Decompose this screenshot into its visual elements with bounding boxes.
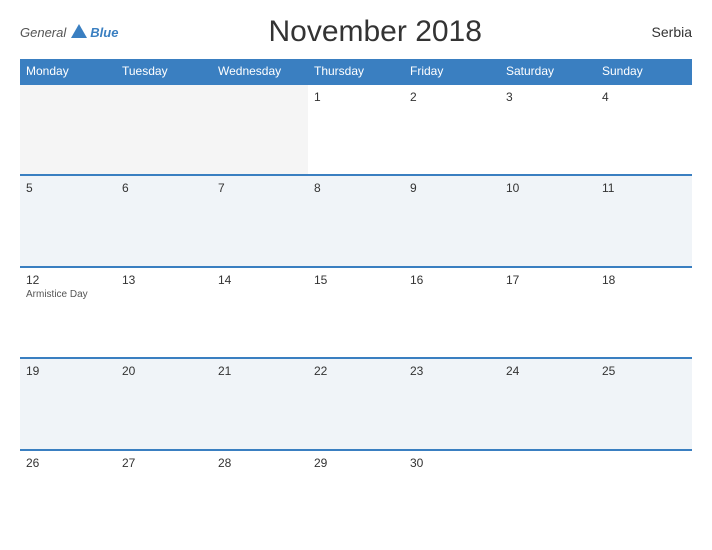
logo-blue: Blue [90, 25, 118, 40]
day-number: 23 [410, 364, 494, 378]
day-event: Armistice Day [26, 289, 110, 300]
calendar-cell: 19 [20, 359, 116, 448]
day-number: 8 [314, 181, 398, 195]
day-number: 10 [506, 181, 590, 195]
day-number: 4 [602, 90, 686, 104]
day-number: 5 [26, 181, 110, 195]
day-number: 26 [26, 456, 110, 470]
calendar-cell: 3 [500, 85, 596, 174]
calendar-week-1: 1234 [20, 83, 692, 174]
header: General Blue November 2018 Serbia [20, 15, 692, 49]
calendar-cell: 21 [212, 359, 308, 448]
calendar-cell: 28 [212, 451, 308, 540]
day-number: 19 [26, 364, 110, 378]
calendar-cell: 14 [212, 268, 308, 357]
calendar-cell [596, 451, 692, 540]
page-title: November 2018 [118, 15, 632, 49]
calendar-cell: 7 [212, 176, 308, 265]
calendar-cell: 2 [404, 85, 500, 174]
calendar-body: 123456789101112Armistice Day131415161718… [20, 83, 692, 540]
calendar-cell: 25 [596, 359, 692, 448]
calendar-cell [116, 85, 212, 174]
day-number: 2 [410, 90, 494, 104]
calendar-cell [212, 85, 308, 174]
calendar-cell: 5 [20, 176, 116, 265]
calendar-cell: 1 [308, 85, 404, 174]
calendar-cell: 11 [596, 176, 692, 265]
weekday-header: Monday [20, 59, 116, 83]
day-number: 12 [26, 273, 110, 287]
day-number: 30 [410, 456, 494, 470]
day-number: 1 [314, 90, 398, 104]
calendar-cell: 26 [20, 451, 116, 540]
calendar-cell: 6 [116, 176, 212, 265]
day-number: 15 [314, 273, 398, 287]
day-number: 25 [602, 364, 686, 378]
weekday-header: Thursday [308, 59, 404, 83]
day-number: 14 [218, 273, 302, 287]
day-number: 6 [122, 181, 206, 195]
logo-general: General [20, 25, 66, 40]
calendar-week-4: 19 20 21 22 23 24 25 [20, 357, 692, 448]
calendar-cell: 18 [596, 268, 692, 357]
calendar-cell: 4 [596, 85, 692, 174]
day-number: 27 [122, 456, 206, 470]
calendar-cell: 10 [500, 176, 596, 265]
weekday-header: Tuesday [116, 59, 212, 83]
weekday-header: Friday [404, 59, 500, 83]
day-number: 24 [506, 364, 590, 378]
calendar-cell: 15 [308, 268, 404, 357]
day-number: 3 [506, 90, 590, 104]
day-number: 18 [602, 273, 686, 287]
country-label: Serbia [632, 24, 692, 40]
calendar-cell: 27 [116, 451, 212, 540]
calendar-cell: 23 [404, 359, 500, 448]
day-number: 17 [506, 273, 590, 287]
calendar-page: General Blue November 2018 Serbia Monday… [0, 0, 712, 550]
calendar-cell: 30 [404, 451, 500, 540]
day-number: 13 [122, 273, 206, 287]
day-number: 7 [218, 181, 302, 195]
calendar-week-2: 56789 10 11 [20, 174, 692, 265]
calendar-week-5: 26 27 28 29 30 [20, 449, 692, 540]
calendar-cell [20, 85, 116, 174]
day-number: 22 [314, 364, 398, 378]
calendar-cell: 17 [500, 268, 596, 357]
calendar-cell: 22 [308, 359, 404, 448]
weekday-header: Sunday [596, 59, 692, 83]
day-number: 11 [602, 181, 686, 195]
calendar-cell: 8 [308, 176, 404, 265]
calendar-cell: 24 [500, 359, 596, 448]
logo: General Blue [20, 24, 118, 40]
calendar-week-3: 12 Armistice Day 13 14 15 16 17 18 [20, 266, 692, 357]
day-number: 9 [410, 181, 494, 195]
weekday-header: Wednesday [212, 59, 308, 83]
day-number: 20 [122, 364, 206, 378]
calendar: MondayTuesdayWednesdayThursdayFridaySatu… [20, 59, 692, 540]
calendar-cell: 13 [116, 268, 212, 357]
day-number: 29 [314, 456, 398, 470]
day-number: 16 [410, 273, 494, 287]
calendar-cell: 16 [404, 268, 500, 357]
calendar-cell: 12 Armistice Day [20, 268, 116, 357]
calendar-cell: 20 [116, 359, 212, 448]
day-number: 28 [218, 456, 302, 470]
calendar-cell: 9 [404, 176, 500, 265]
day-number: 21 [218, 364, 302, 378]
calendar-header: MondayTuesdayWednesdayThursdayFridaySatu… [20, 59, 692, 83]
weekday-header: Saturday [500, 59, 596, 83]
calendar-cell: 29 [308, 451, 404, 540]
logo-triangle-icon [71, 24, 87, 38]
calendar-cell [500, 451, 596, 540]
